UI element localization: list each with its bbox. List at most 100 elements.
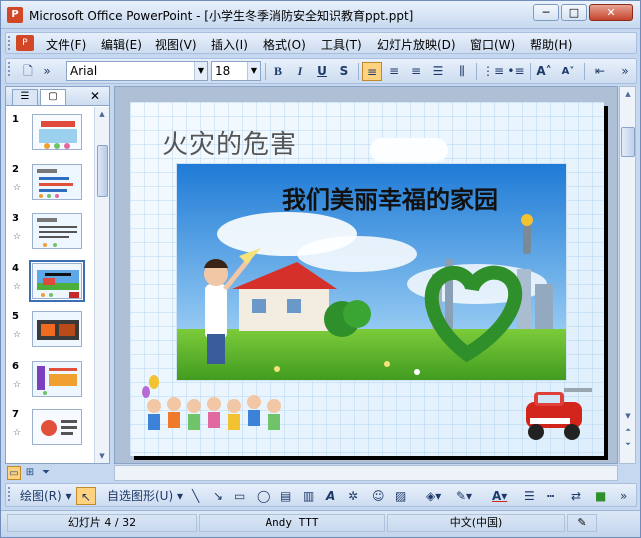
arrow-style-icon[interactable]: ⇄ [571,487,581,505]
shadow-button[interactable]: S [334,62,354,81]
menu-tools[interactable]: 工具(T) [321,36,362,53]
slide-thumbnail[interactable] [32,213,82,249]
slides-pane: ☰ ▢ ✕ 1 2 ☆ 3 ☆ 4 ☆ 5 ☆ 6 ☆ 7 ☆ ▲ ▼ [5,86,110,464]
slide-thumbnail-row[interactable]: 5 ☆ [6,311,94,355]
scroll-up-icon[interactable]: ▲ [95,107,109,121]
menu-edit[interactable]: 编辑(E) [101,36,142,53]
slide-thumbnail[interactable] [32,311,82,347]
thumbnail-preview [33,264,81,298]
minimize-button[interactable]: ─ [533,4,559,21]
textbox-icon[interactable]: ▤ [280,487,291,505]
italic-button[interactable]: I [290,62,310,81]
slide-sorter-icon[interactable]: ⊞ [23,466,37,480]
align-right-icon[interactable]: ≡ [406,62,426,81]
document-icon[interactable]: P [16,35,34,51]
wordart-icon[interactable]: A [326,487,335,505]
dash-style-icon[interactable]: ┅ [547,487,554,505]
close-icon[interactable]: ✕ [90,89,100,103]
line-color-icon[interactable]: ✎▾ [456,487,472,505]
scroll-down-icon[interactable]: ▼ [621,409,635,423]
slide-thumbnail-row[interactable]: 1 [6,114,94,158]
distributed-icon[interactable]: ☰ [428,62,448,81]
arrow-icon[interactable]: ↘ [213,487,223,505]
home-landscape-picture[interactable]: 我们美丽幸福的家园 [176,163,567,381]
slide-thumbnail-row[interactable]: 4 ☆ [6,260,94,307]
underline-button[interactable]: U [312,62,332,81]
decrease-font-icon[interactable]: A˅ [558,62,578,81]
font-color-icon[interactable]: A▾ [492,487,507,505]
menu-view[interactable]: 视图(V) [155,36,197,53]
numbering-icon[interactable]: ⋮≡ [482,62,504,81]
maximize-button[interactable]: □ [561,4,587,21]
scroll-thumb[interactable] [621,127,635,157]
slide-thumbnail[interactable] [32,409,82,445]
rectangle-icon[interactable]: ▭ [234,487,245,505]
slide-title[interactable]: 火灾的危害 [162,124,297,161]
columns-icon[interactable]: ⫼ [452,62,472,81]
bold-button[interactable]: B [268,62,288,81]
decrease-indent-icon[interactable]: ⇤ [590,62,610,81]
picture-icon[interactable]: ▨ [395,487,406,505]
thumbnail-scrollbar[interactable]: ▲ ▼ [94,107,109,463]
draw-menu-button[interactable]: 绘图(R) ▾ [20,487,72,505]
font-size-select[interactable]: 18 ▼ [211,61,261,81]
slide-thumbnail-row[interactable]: 3 ☆ [6,213,94,257]
menu-slideshow[interactable]: 幻灯片放映(D) [377,36,456,53]
font-name-select[interactable]: Arial ▼ [66,61,208,81]
menu-help[interactable]: 帮助(H) [530,36,572,53]
close-button[interactable]: ✕ [589,4,633,21]
new-document-icon[interactable]: 🗋 [18,62,38,81]
slide-thumbnail-selected[interactable] [29,260,85,302]
increase-font-icon[interactable]: A˄ [534,62,554,81]
select-pointer-icon[interactable]: ↖ [76,487,96,505]
toolbar-options-icon[interactable]: » [620,487,627,505]
bullets-icon[interactable]: •≡ [506,62,526,81]
line-style-icon[interactable]: ☰ [524,487,535,505]
slide-thumbnail[interactable] [32,361,82,397]
separator [265,63,266,80]
align-center-icon[interactable]: ≡ [384,62,404,81]
vertical-scrollbar[interactable]: ▲ ▼ ⏶ ⏷ [619,86,636,464]
next-slide-icon[interactable]: ⏷ [621,437,635,451]
scroll-up-icon[interactable]: ▲ [621,87,635,101]
toolbar-grip[interactable] [8,62,11,76]
menu-insert[interactable]: 插入(I) [211,36,248,53]
chevron-down-icon[interactable]: ▼ [194,62,207,80]
normal-view-icon[interactable]: ▭ [7,466,21,480]
chevron-down-icon[interactable]: ▼ [247,62,260,80]
tab-outline[interactable]: ☰ [12,89,38,105]
scroll-thumb[interactable] [97,145,108,197]
horizontal-scrollbar[interactable] [114,465,618,481]
slide-canvas[interactable]: 火灾的危害 我们美丽幸福的家园 [130,102,604,456]
slide-thumbnail-row[interactable]: 7 ☆ [6,409,94,453]
toolbar-grip[interactable] [8,36,11,50]
clipart-icon[interactable]: ☺ [372,487,385,505]
autoshapes-menu-button[interactable]: 自选图形(U) ▾ [107,487,183,505]
slide-caption[interactable]: 我们美丽幸福的家园 [282,180,498,215]
menu-file[interactable]: 文件(F) [46,36,86,53]
powerpoint-app-icon[interactable]: P [7,7,23,23]
slide-thumbnail-row[interactable]: 6 ☆ [6,361,94,405]
slide-thumbnail-row[interactable]: 2 ☆ [6,164,94,208]
fill-color-icon[interactable]: ◈▾ [426,487,441,505]
toolbar-options-icon[interactable]: » [40,62,54,81]
shadow-style-icon[interactable]: ■ [595,487,606,505]
tab-slides[interactable]: ▢ [40,89,66,105]
autoshapes-label: 自选图形(U) [107,489,174,503]
slideshow-icon[interactable]: ⏷ [39,466,53,480]
toolbar-options-icon[interactable]: » [618,62,632,81]
slide-thumbnail[interactable] [32,164,82,200]
diagram-icon[interactable]: ✲ [348,487,358,505]
toolbar-grip[interactable] [8,487,11,501]
line-icon[interactable]: ╲ [192,487,199,505]
slide-thumbnail[interactable] [32,114,82,150]
view-buttons: ▭ ⊞ ⏷ [7,466,67,482]
align-left-icon[interactable]: ≡ [362,62,382,81]
previous-slide-icon[interactable]: ⏶ [621,423,635,437]
vertical-textbox-icon[interactable]: ▥ [303,487,314,505]
oval-icon[interactable]: ◯ [257,487,270,505]
menu-window[interactable]: 窗口(W) [470,36,515,53]
spelling-icon[interactable]: ✎ [567,514,597,532]
scroll-down-icon[interactable]: ▼ [95,449,109,463]
menu-format[interactable]: 格式(O) [263,36,306,53]
